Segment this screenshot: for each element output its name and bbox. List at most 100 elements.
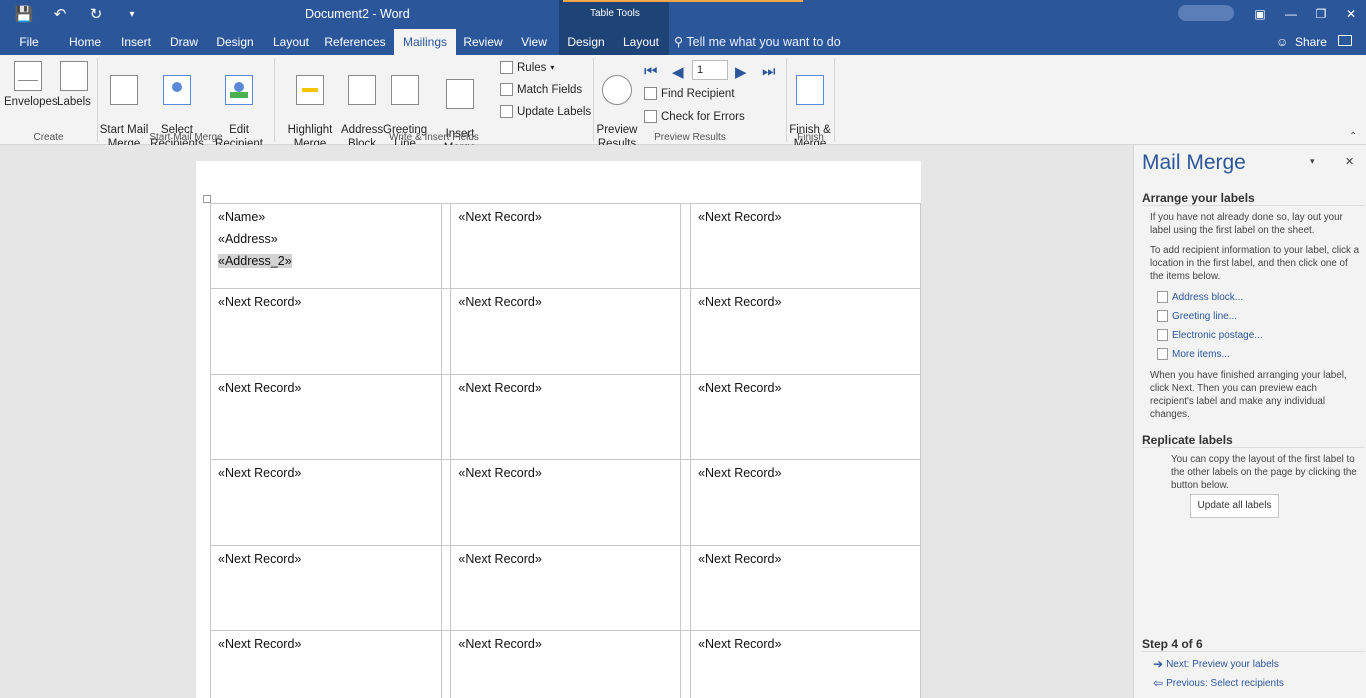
first-record-icon[interactable]: ⏮: [644, 63, 658, 80]
label-cell[interactable]: «Next Record»: [210, 629, 442, 698]
divider: [1142, 205, 1364, 206]
table-move-handle-icon[interactable]: [203, 195, 211, 203]
next-record-field[interactable]: «Next Record»: [698, 552, 781, 566]
tab-table-layout[interactable]: Layout: [613, 29, 669, 55]
close-window-icon[interactable]: ✕: [1336, 4, 1366, 24]
next-record-field[interactable]: «Next Record»: [698, 381, 781, 395]
greeting-line-link[interactable]: Greeting line...: [1157, 310, 1237, 322]
table-row: «Next Record» «Next Record» «Next Record…: [210, 629, 921, 698]
tab-insert[interactable]: Insert: [116, 29, 156, 55]
last-record-icon[interactable]: ⏭: [762, 63, 776, 80]
tell-me-search[interactable]: ⚲ Tell me what you want to do: [674, 29, 841, 55]
label-cell[interactable]: «Next Record»: [690, 288, 921, 375]
next-record-field[interactable]: «Next Record»: [218, 381, 301, 395]
address-block-link[interactable]: Address block...: [1157, 291, 1243, 303]
next-record-field[interactable]: «Next Record»: [458, 210, 541, 224]
next-step-label: Next: Preview your labels: [1166, 658, 1279, 670]
match-fields-button[interactable]: Match Fields: [500, 83, 582, 96]
tab-review[interactable]: Review: [462, 29, 504, 55]
tab-file[interactable]: File: [10, 29, 48, 55]
spacer-cell: [440, 288, 452, 375]
label-cell[interactable]: «Next Record»: [450, 544, 682, 631]
label-cell[interactable]: «Next Record»: [450, 373, 682, 461]
ribbon-display-options-icon[interactable]: ▣: [1245, 4, 1275, 24]
label-cell[interactable]: «Next Record»: [210, 459, 442, 546]
next-record-field[interactable]: «Next Record»: [698, 210, 781, 224]
tab-mailings[interactable]: Mailings: [394, 29, 456, 55]
check-errors-button[interactable]: Check for Errors: [644, 110, 745, 123]
previous-step-link[interactable]: ⇦ Previous: Select recipients: [1153, 676, 1284, 690]
next-record-field[interactable]: «Next Record»: [218, 466, 301, 480]
document-page[interactable]: «Name» «Address» «Address_2» «Next Recor…: [196, 161, 921, 698]
label-cell[interactable]: «Name» «Address» «Address_2»: [210, 202, 442, 290]
update-all-labels-button[interactable]: Update all labels: [1190, 494, 1279, 518]
close-pane-icon[interactable]: ✕: [1345, 155, 1354, 168]
next-record-field[interactable]: «Next Record»: [698, 637, 781, 651]
label-cell[interactable]: «Next Record»: [690, 629, 921, 698]
find-recipient-icon: [644, 87, 657, 100]
table-row: «Name» «Address» «Address_2» «Next Recor…: [210, 202, 921, 290]
next-record-field[interactable]: «Next Record»: [458, 466, 541, 480]
previous-record-icon[interactable]: ◀: [672, 63, 684, 81]
update-labels-button[interactable]: Update Labels: [500, 105, 591, 118]
tab-design[interactable]: Design: [212, 29, 258, 55]
next-record-field[interactable]: «Next Record»: [458, 552, 541, 566]
next-record-field[interactable]: «Next Record»: [218, 637, 301, 651]
next-step-link[interactable]: ➔ Next: Preview your labels: [1153, 657, 1279, 671]
labels-button[interactable]: Labels: [56, 61, 92, 109]
undo-icon[interactable]: ↶: [48, 4, 72, 24]
comments-icon[interactable]: [1338, 35, 1352, 46]
preview-icon: [602, 75, 632, 105]
context-accent: [563, 0, 803, 2]
tab-draw[interactable]: Draw: [166, 29, 202, 55]
restore-icon[interactable]: ❐: [1306, 4, 1336, 24]
pane-options-icon[interactable]: ▾: [1310, 156, 1315, 167]
collapse-ribbon-icon[interactable]: ⌃: [1349, 131, 1357, 142]
merge-field-address-2[interactable]: «Address_2»: [218, 254, 292, 268]
redo-icon[interactable]: ↻: [84, 4, 108, 24]
share-label: Share: [1294, 35, 1327, 49]
arrange-paragraph-3: When you have finished arranging your la…: [1150, 370, 1347, 420]
next-record-field[interactable]: «Next Record»: [458, 295, 541, 309]
customize-quick-access-icon[interactable]: ▾: [120, 4, 144, 24]
electronic-postage-link[interactable]: Electronic postage...: [1157, 329, 1263, 341]
label-cell[interactable]: «Next Record»: [450, 629, 682, 698]
label-cell[interactable]: «Next Record»: [210, 288, 442, 375]
label-cell[interactable]: «Next Record»: [210, 544, 442, 631]
find-recipient-button[interactable]: Find Recipient: [644, 87, 735, 100]
finish-merge-icon: [796, 75, 824, 105]
label-cell[interactable]: «Next Record»: [450, 202, 682, 290]
next-record-field[interactable]: «Next Record»: [218, 552, 301, 566]
next-record-field[interactable]: «Next Record»: [698, 466, 781, 480]
label-cell[interactable]: «Next Record»: [690, 202, 921, 290]
tab-layout[interactable]: Layout: [268, 29, 314, 55]
save-icon[interactable]: 💾: [12, 4, 36, 24]
label-cell[interactable]: «Next Record»: [450, 288, 682, 375]
next-record-field[interactable]: «Next Record»: [458, 381, 541, 395]
tab-home[interactable]: Home: [64, 29, 106, 55]
label-cell[interactable]: «Next Record»: [690, 544, 921, 631]
envelopes-button[interactable]: Envelopes: [4, 61, 58, 109]
next-record-field[interactable]: «Next Record»: [458, 637, 541, 651]
next-record-field[interactable]: «Next Record»: [698, 295, 781, 309]
share-button[interactable]: ☺ Share: [1276, 29, 1327, 55]
label-cell[interactable]: «Next Record»: [690, 459, 921, 546]
tab-references[interactable]: References: [322, 29, 388, 55]
next-record-icon[interactable]: ▶: [735, 63, 747, 81]
labels-icon: [60, 61, 88, 91]
minimize-icon[interactable]: —: [1276, 4, 1306, 24]
tab-view[interactable]: View: [516, 29, 552, 55]
label-cell[interactable]: «Next Record»: [450, 459, 682, 546]
label-cell[interactable]: «Next Record»: [690, 373, 921, 461]
label-cell[interactable]: «Next Record»: [210, 373, 442, 461]
spacer-cell: [440, 459, 452, 546]
address-block-icon: [1157, 291, 1168, 303]
rules-button[interactable]: Rules ▾: [500, 61, 554, 74]
record-number-input[interactable]: 1: [692, 60, 728, 80]
more-items-link[interactable]: More items...: [1157, 348, 1230, 360]
merge-field-address[interactable]: «Address»: [218, 232, 434, 246]
next-record-field[interactable]: «Next Record»: [218, 295, 301, 309]
tab-table-design[interactable]: Design: [559, 29, 613, 55]
merge-field-name[interactable]: «Name»: [218, 210, 434, 224]
user-account[interactable]: [1178, 5, 1234, 21]
